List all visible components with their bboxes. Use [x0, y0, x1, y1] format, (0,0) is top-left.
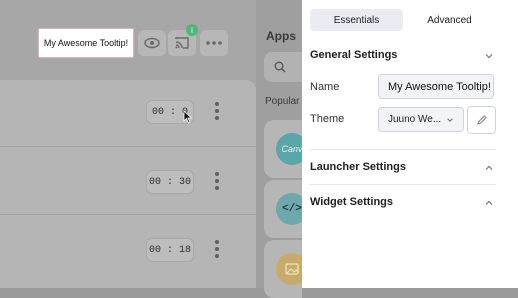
mouse-cursor-icon	[183, 110, 193, 124]
name-label: Name	[310, 81, 340, 93]
name-input[interactable]: My Awesome Tooltip!	[378, 74, 494, 99]
schedule-list: 00 : 0 00 : 30 00 : 18	[0, 80, 256, 288]
section-divider	[310, 149, 496, 150]
apps-search[interactable]	[264, 52, 302, 82]
row-menu-icon[interactable]	[214, 172, 220, 190]
popular-label: Popular	[265, 96, 300, 107]
row-menu-icon[interactable]	[214, 240, 220, 258]
more-button[interactable]	[200, 30, 228, 56]
preview-button[interactable]	[138, 30, 166, 56]
pencil-icon	[476, 115, 487, 125]
app-card[interactable]	[264, 240, 308, 298]
theme-value: Juuno We...	[388, 114, 442, 125]
time-pill[interactable]: 00 : 18	[146, 238, 194, 262]
widget-settings-title[interactable]: Widget Settings	[310, 196, 393, 208]
tooltip-text: My Awesome Tooltip!	[43, 38, 129, 48]
chevron-down-icon	[447, 118, 453, 122]
tooltip-preview: My Awesome Tooltip!	[38, 28, 134, 58]
chevron-up-icon[interactable]	[484, 198, 494, 208]
more-horizontal-icon	[206, 41, 222, 45]
launcher-settings-title[interactable]: Launcher Settings	[310, 161, 406, 173]
theme-label: Theme	[310, 113, 345, 125]
time-pill[interactable]: 00 : 30	[146, 170, 194, 194]
theme-select[interactable]: Juuno We...	[378, 107, 464, 132]
settings-panel: Essentials Advanced General Settings Nam…	[302, 0, 518, 288]
apps-title: Apps	[266, 29, 296, 43]
search-icon	[274, 61, 286, 73]
cast-button[interactable]: i	[168, 24, 198, 56]
row-divider	[0, 214, 256, 215]
section-divider	[310, 184, 496, 185]
cast-icon	[175, 37, 189, 49]
eye-icon	[144, 37, 160, 49]
app-card[interactable]: Canv	[264, 120, 308, 178]
app-card[interactable]: </>	[264, 180, 308, 238]
tab-essentials[interactable]: Essentials	[310, 9, 403, 31]
row-menu-icon[interactable]	[214, 102, 220, 120]
tab-advanced[interactable]: Advanced	[403, 9, 496, 31]
row-divider	[0, 146, 256, 147]
settings-tabs: Essentials Advanced	[310, 9, 496, 31]
edit-theme-button[interactable]	[467, 106, 496, 134]
general-settings-title[interactable]: General Settings	[310, 49, 397, 61]
notification-badge: i	[186, 24, 198, 36]
chevron-up-icon[interactable]	[484, 163, 494, 173]
chevron-down-icon[interactable]	[484, 51, 494, 61]
